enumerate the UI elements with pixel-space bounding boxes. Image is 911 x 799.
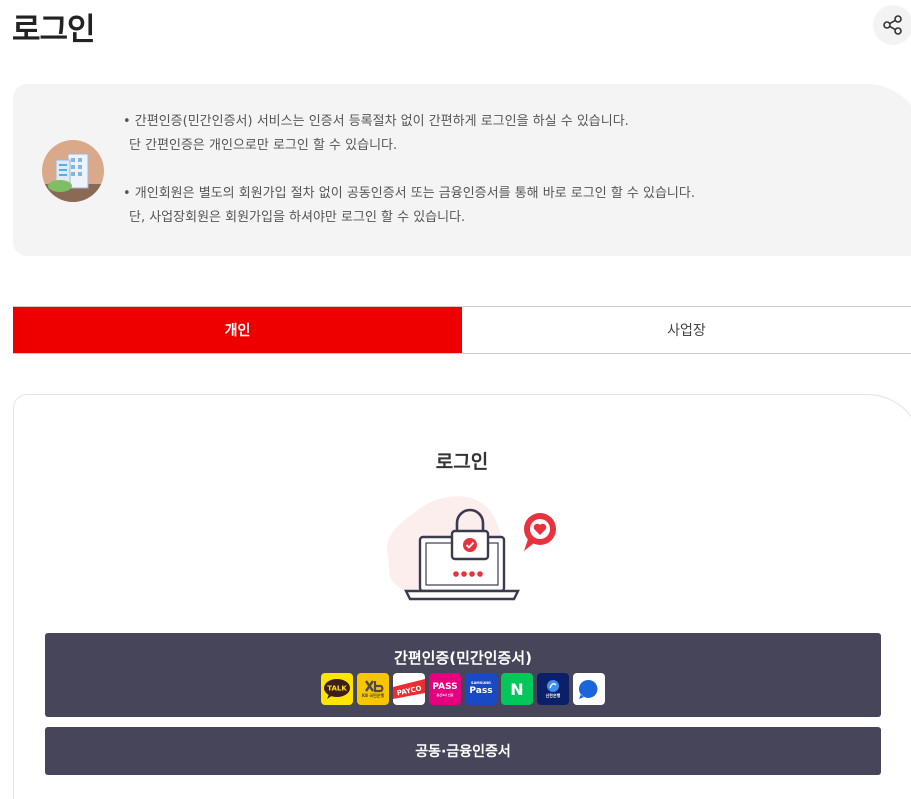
naver-icon-text: N: [510, 679, 524, 699]
easy-auth-label: 간편인증(민간인증서): [394, 649, 532, 667]
tab-business[interactable]: 사업장: [462, 307, 911, 353]
login-title: 로그인: [435, 451, 489, 473]
kb-icon-text: KB 국민은행: [361, 693, 385, 698]
laptop-lock-icon: [387, 496, 556, 601]
toss-icon[interactable]: [573, 673, 605, 705]
naver-icon[interactable]: N: [501, 673, 533, 705]
notice-line-3: • 개인회원은 별도의 회원가입 절차 없이 공동인증서 또는 금융인증서를 통…: [123, 186, 695, 201]
notice-line-4: 단, 사업장회원은 회원가입을 하셔야만 로그인 할 수 있습니다.: [129, 210, 466, 225]
samsung-pass-icon[interactable]: SAMSUNG Pass: [465, 673, 497, 705]
payco-icon[interactable]: PAYCO: [393, 673, 425, 705]
pass-icon-subtext: 통신3사 인증: [436, 692, 454, 697]
share-icon: [883, 15, 902, 35]
shinhan-icon-text: 신한은행: [545, 693, 561, 698]
page-title: 로그인: [12, 12, 96, 48]
notice-text: • 간편인증(민간인증서) 서비스는 인증서 등록절차 없이 간편하게 로그인을…: [123, 110, 695, 230]
provider-list: TALK KB 국민은행 PAYCO PASS 통신3사 인증 SAMSUNG …: [321, 673, 605, 705]
pass-icon[interactable]: PASS 통신3사 인증: [429, 673, 461, 705]
notice-line-1: • 간편인증(민간인증서) 서비스는 인증서 등록절차 없이 간편하게 로그인을…: [123, 114, 629, 129]
notice-line-2: 단 간편인증은 개인으로만 로그인 할 수 있습니다.: [129, 138, 398, 153]
samsung-pass-icon-text: Pass: [469, 686, 493, 696]
member-type-tabs: 개인 사업장: [13, 306, 911, 354]
cert-login-button[interactable]: 공동·금융인증서: [45, 727, 881, 775]
kakao-icon-text: TALK: [327, 685, 347, 693]
building-icon: [42, 140, 104, 202]
tab-personal[interactable]: 개인: [13, 307, 462, 353]
login-card: 로그인 간편인증(민간인증서) TALK KB 국민은행 PAYCO PASS …: [13, 394, 911, 799]
share-button[interactable]: [873, 5, 911, 45]
pass-icon-text: PASS: [432, 681, 458, 692]
shinhan-icon[interactable]: 신한은행: [537, 673, 569, 705]
notice-box: • 간편인증(민간인증서) 서비스는 인증서 등록절차 없이 간편하게 로그인을…: [13, 84, 911, 256]
kakao-icon[interactable]: TALK: [321, 673, 353, 705]
kb-icon[interactable]: KB 국민은행: [357, 673, 389, 705]
easy-auth-button[interactable]: 간편인증(민간인증서) TALK KB 국민은행 PAYCO PASS 통신3사…: [45, 633, 881, 717]
